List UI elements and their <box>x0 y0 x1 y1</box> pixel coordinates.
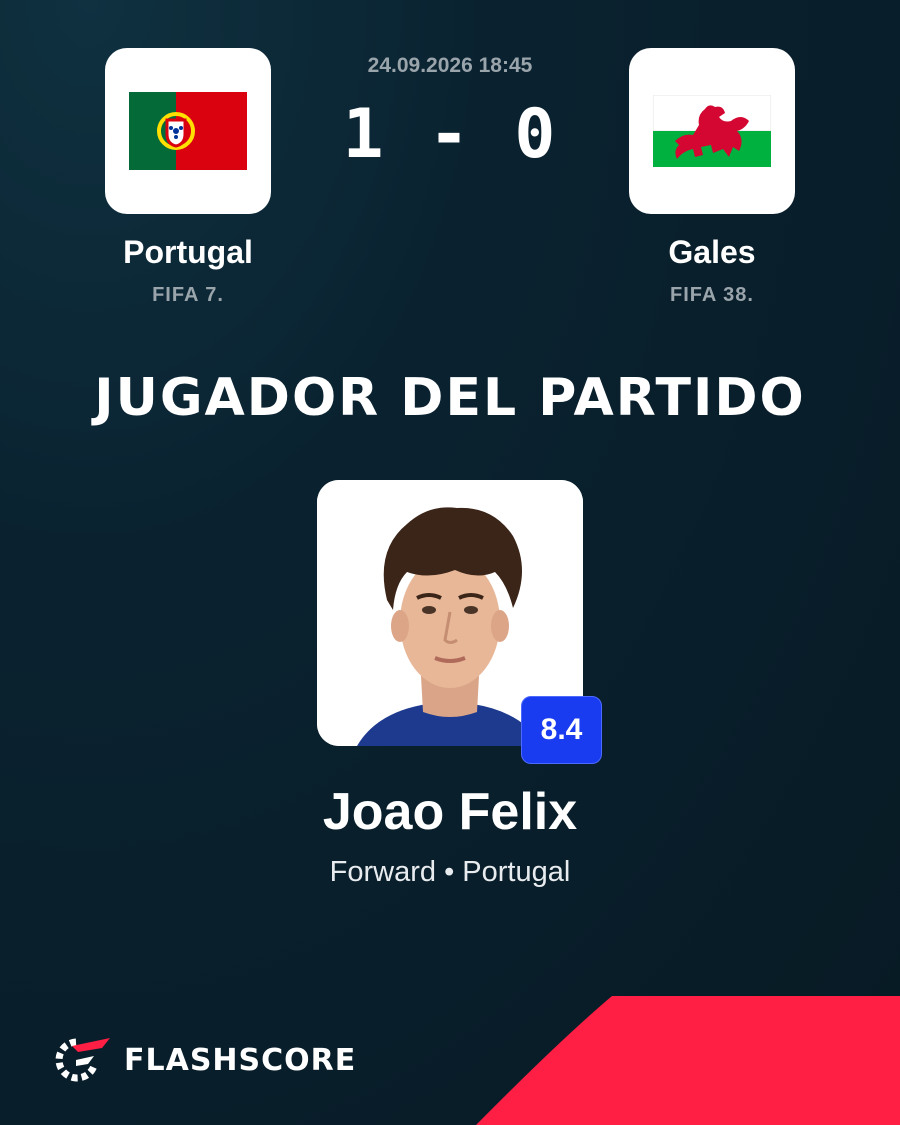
home-team-name: Portugal <box>123 234 253 270</box>
match-datetime: 24.09.2026 18:45 <box>367 54 533 77</box>
portugal-flag-icon <box>129 92 247 170</box>
player-rating-badge: 8.4 <box>521 696 602 764</box>
away-team-name: Gales <box>668 234 756 270</box>
home-team-rank: FIFA 7. <box>152 284 224 306</box>
brand-name: FLASHSCORE <box>124 1042 357 1078</box>
man-of-the-match-title: JUGADOR DEL PARTIDO <box>94 368 806 428</box>
wales-flag-icon <box>653 95 771 167</box>
flashscore-logo: FLASHSCORE <box>54 1036 356 1084</box>
match-score: 1 - 0 <box>342 95 558 174</box>
player-position-team: Forward • Portugal <box>329 856 571 888</box>
home-team-flag-card <box>105 48 271 214</box>
away-team-rank: FIFA 38. <box>670 284 754 306</box>
player-name: Joao Felix <box>322 783 578 841</box>
flashscore-logo-icon <box>55 1038 110 1082</box>
away-team-flag-card <box>629 48 795 214</box>
